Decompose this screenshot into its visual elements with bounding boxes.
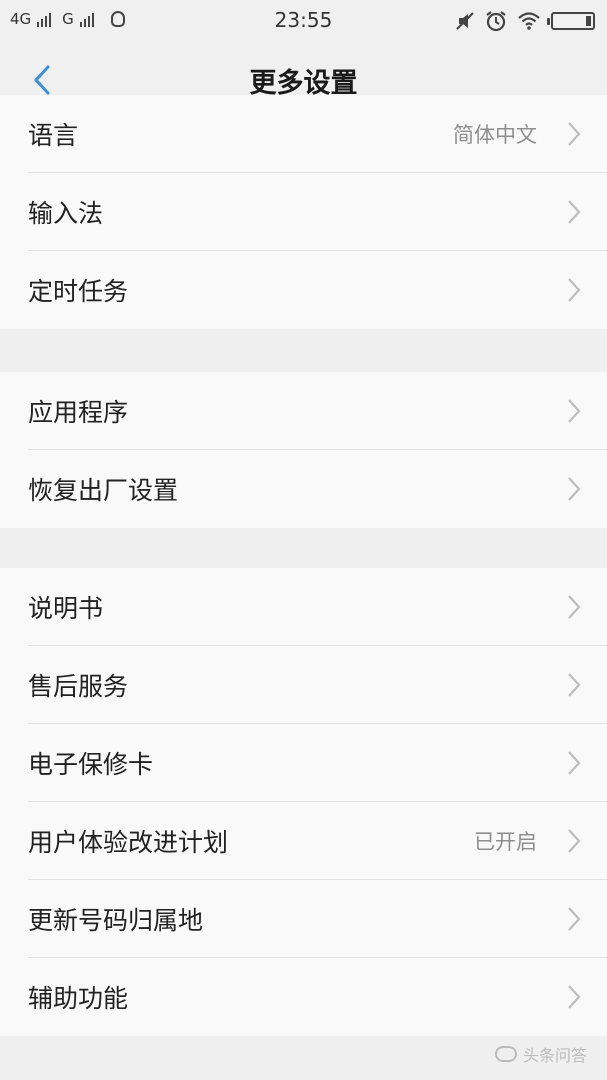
settings-item-manual[interactable]: 说明书 bbox=[0, 568, 607, 646]
speech-bubble-icon bbox=[494, 1046, 517, 1062]
settings-item-label: 语言 bbox=[28, 121, 79, 150]
settings-item-label: 应用程序 bbox=[28, 398, 129, 427]
watermark-text: 头条问答 bbox=[522, 1046, 587, 1065]
settings-item-warranty-card[interactable]: 电子保修卡 bbox=[0, 724, 607, 802]
settings-item-label: 定时任务 bbox=[28, 277, 129, 306]
wifi-icon bbox=[518, 12, 540, 30]
settings-item-number-location[interactable]: 更新号码归属地 bbox=[0, 880, 607, 958]
chevron-right-icon bbox=[568, 907, 581, 931]
settings-item-after-sales[interactable]: 售后服务 bbox=[0, 646, 607, 724]
settings-group-1: 语言 简体中文 输入法 定时任务 bbox=[0, 95, 607, 329]
chevron-right-icon bbox=[568, 278, 581, 302]
settings-item-label: 辅助功能 bbox=[28, 984, 129, 1013]
settings-item-label: 电子保修卡 bbox=[28, 750, 154, 779]
chevron-right-icon bbox=[568, 673, 581, 697]
settings-item-label: 用户体验改进计划 bbox=[28, 828, 229, 857]
settings-item-label: 恢复出厂设置 bbox=[28, 476, 179, 505]
chevron-right-icon bbox=[568, 595, 581, 619]
settings-item-scheduled-tasks[interactable]: 定时任务 bbox=[0, 251, 607, 329]
watermark: 头条问答 bbox=[494, 1042, 587, 1066]
status-bar: 4G G 23:55 bbox=[0, 0, 607, 42]
chevron-right-icon bbox=[568, 200, 581, 224]
chevron-right-icon bbox=[568, 985, 581, 1009]
settings-item-label: 售后服务 bbox=[28, 672, 129, 701]
settings-group-3: 说明书 售后服务 电子保修卡 用户体验改进计划 已开启 更新号码归属地 辅助功能 bbox=[0, 568, 607, 1036]
settings-item-accessibility[interactable]: 辅助功能 bbox=[0, 958, 607, 1036]
settings-item-language[interactable]: 语言 简体中文 bbox=[0, 95, 607, 173]
settings-item-label: 输入法 bbox=[28, 199, 104, 228]
chevron-right-icon bbox=[568, 751, 581, 775]
chevron-right-icon bbox=[568, 122, 581, 146]
mute-icon bbox=[456, 12, 474, 30]
settings-item-applications[interactable]: 应用程序 bbox=[0, 372, 607, 450]
settings-item-value: 简体中文 bbox=[453, 123, 537, 147]
settings-group-2: 应用程序 恢复出厂设置 bbox=[0, 372, 607, 528]
chevron-right-icon bbox=[568, 477, 581, 501]
settings-item-label: 说明书 bbox=[28, 594, 104, 623]
chevron-right-icon bbox=[568, 829, 581, 853]
settings-item-input-method[interactable]: 输入法 bbox=[0, 173, 607, 251]
settings-item-value: 已开启 bbox=[474, 830, 537, 854]
settings-item-factory-reset[interactable]: 恢复出厂设置 bbox=[0, 450, 607, 528]
chevron-right-icon bbox=[568, 399, 581, 423]
alarm-icon bbox=[486, 11, 506, 32]
settings-item-label: 更新号码归属地 bbox=[28, 906, 204, 935]
battery-icon bbox=[547, 12, 595, 30]
status-right bbox=[455, 10, 595, 32]
settings-item-ux-improvement[interactable]: 用户体验改进计划 已开启 bbox=[0, 802, 607, 880]
